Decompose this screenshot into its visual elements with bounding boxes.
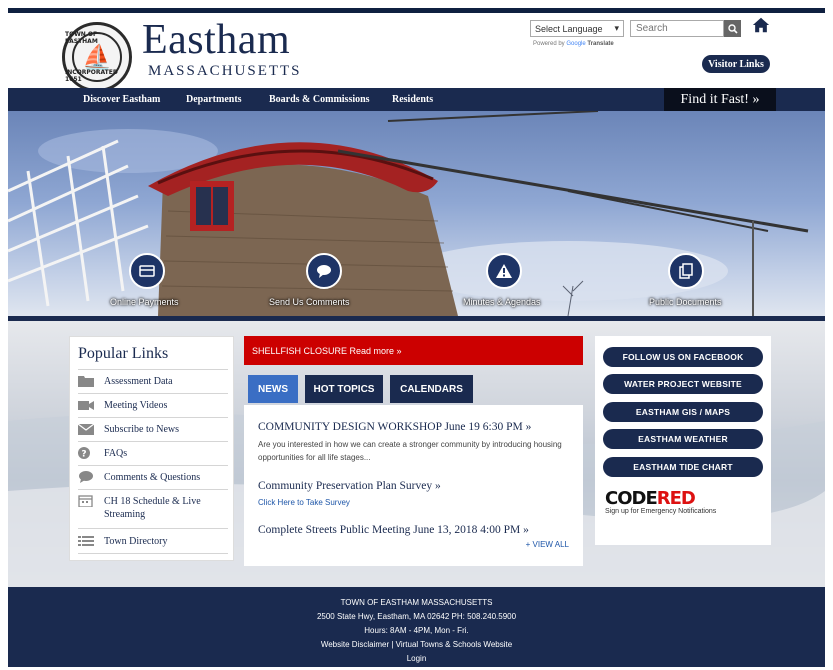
comment-bubble-icon bbox=[317, 265, 331, 278]
tab-hot-topics[interactable]: HOT TOPICS bbox=[305, 375, 383, 403]
question-icon: ? bbox=[78, 447, 90, 460]
seal-text-bottom: INCORPORATED 1651 bbox=[65, 69, 118, 83]
popular-link-label: Subscribe to News bbox=[104, 424, 179, 435]
minutes-agendas-label[interactable]: Minutes & Agendas bbox=[463, 297, 541, 307]
divider bbox=[78, 417, 228, 418]
popular-link-faqs[interactable]: ? FAQs bbox=[78, 447, 230, 460]
documents-icon bbox=[679, 263, 693, 279]
envelope-icon bbox=[78, 423, 94, 435]
code-red-logo[interactable]: CODERED bbox=[605, 488, 696, 509]
credit-card-icon bbox=[139, 265, 155, 277]
popular-link-town-directory[interactable]: Town Directory bbox=[78, 535, 230, 548]
svg-text:?: ? bbox=[81, 450, 86, 460]
popular-link-label: FAQs bbox=[104, 448, 128, 459]
news-panel: COMMUNITY DESIGN WORKSHOP June 19 6:30 P… bbox=[244, 405, 583, 566]
folder-icon bbox=[78, 376, 94, 387]
code-red-code-text: CODE bbox=[605, 488, 658, 509]
language-select[interactable]: Select Language ▾ bbox=[530, 20, 624, 37]
popular-link-label: Assessment Data bbox=[104, 376, 173, 387]
google-text: Google bbox=[566, 41, 586, 47]
language-select-label: Select Language bbox=[535, 23, 603, 34]
calendar-icon bbox=[78, 495, 93, 507]
public-documents-button[interactable] bbox=[668, 253, 704, 289]
footer-links[interactable]: Website Disclaimer | Virtual Towns & Sch… bbox=[8, 640, 825, 649]
popular-link-label: Town Directory bbox=[104, 536, 168, 547]
divider bbox=[78, 528, 228, 529]
water-project-button[interactable]: WATER PROJECT WEBSITE bbox=[603, 374, 763, 394]
news-item-title[interactable]: Community Preservation Plan Survey » bbox=[258, 480, 441, 492]
view-all-link[interactable]: + VIEW ALL bbox=[526, 540, 569, 549]
popular-link-assessment-data[interactable]: Assessment Data bbox=[78, 375, 230, 388]
nav-boards-commissions[interactable]: Boards & Commissions bbox=[269, 94, 370, 105]
divider bbox=[78, 553, 228, 554]
tab-news[interactable]: NEWS bbox=[248, 375, 298, 403]
windmill-image bbox=[8, 111, 809, 316]
send-comments-button[interactable] bbox=[306, 253, 342, 289]
minutes-agendas-button[interactable] bbox=[486, 253, 522, 289]
google-translate-credit: Powered by Google Translate bbox=[533, 41, 614, 47]
divider bbox=[78, 489, 228, 490]
news-item-description: Are you interested in how we can create … bbox=[258, 440, 562, 462]
video-icon bbox=[78, 401, 94, 410]
popular-links-panel: Popular Links Assessment Data Meeting Vi… bbox=[69, 336, 234, 561]
home-icon[interactable] bbox=[752, 16, 770, 34]
take-survey-link[interactable]: Click Here to Take Survey bbox=[258, 498, 350, 507]
search-input[interactable] bbox=[630, 20, 724, 37]
popular-links-title: Popular Links bbox=[78, 345, 169, 362]
facebook-button[interactable]: FOLLOW US ON FACEBOOK bbox=[603, 347, 763, 367]
popular-link-subscribe[interactable]: Subscribe to News bbox=[78, 423, 230, 436]
gis-maps-button[interactable]: EASTHAM GIS / MAPS bbox=[603, 402, 763, 422]
online-payments-label[interactable]: Online Payments bbox=[110, 297, 179, 307]
popular-link-comments[interactable]: Comments & Questions bbox=[78, 471, 230, 484]
dropdown-arrow-icon: ▾ bbox=[614, 23, 619, 33]
nav-departments[interactable]: Departments bbox=[186, 94, 242, 105]
site-footer: TOWN OF EASTHAM MASSACHUSETTS 2500 State… bbox=[8, 587, 825, 667]
popular-link-label: Meeting Videos bbox=[104, 400, 168, 411]
divider bbox=[78, 441, 228, 442]
code-red-signup-text[interactable]: Sign up for Emergency Notifications bbox=[605, 508, 716, 515]
footer-login-link[interactable]: Login bbox=[8, 654, 825, 663]
popular-link-ch18-schedule[interactable]: CH 18 Schedule & Live Streaming bbox=[78, 495, 230, 521]
shellfish-closure-alert[interactable]: SHELLFISH CLOSURE Read more » bbox=[244, 336, 583, 365]
code-red-red-text: RED bbox=[656, 488, 696, 509]
footer-address: 2500 State Hwy, Eastham, MA 02642 PH: 50… bbox=[316, 612, 517, 621]
divider bbox=[78, 369, 228, 370]
public-documents-label[interactable]: Public Documents bbox=[649, 297, 722, 307]
search-icon bbox=[727, 23, 738, 34]
send-comments-label[interactable]: Send Us Comments bbox=[269, 297, 350, 307]
town-seal[interactable]: TOWN OF EASTHAM ⛵ INCORPORATED 1651 bbox=[62, 22, 132, 92]
site-title[interactable]: Eastham bbox=[142, 16, 290, 64]
nav-discover-eastham[interactable]: Discover Eastham bbox=[83, 94, 160, 105]
find-it-fast-button[interactable]: Find it Fast! » bbox=[664, 88, 776, 112]
translate-text: Translate bbox=[587, 41, 614, 47]
popular-link-label: CH 18 Schedule & Live Streaming bbox=[104, 496, 201, 520]
footer-town-name: TOWN OF EASTHAM MASSACHUSETTS bbox=[340, 598, 493, 607]
comment-icon bbox=[79, 471, 93, 483]
seal-text-top: TOWN OF EASTHAM bbox=[65, 31, 98, 45]
tide-chart-button[interactable]: EASTHAM TIDE CHART bbox=[603, 457, 763, 477]
footer-hours: Hours: 8AM - 4PM, Mon - Fri. bbox=[364, 626, 469, 635]
divider bbox=[78, 393, 228, 394]
tab-calendars[interactable]: CALENDARS bbox=[390, 375, 473, 403]
nav-residents[interactable]: Residents bbox=[392, 94, 433, 105]
site-subtitle: MASSACHUSETTS bbox=[148, 63, 302, 79]
news-item-title[interactable]: Complete Streets Public Meeting June 13,… bbox=[258, 524, 529, 536]
warning-icon bbox=[496, 264, 512, 278]
news-item-title[interactable]: COMMUNITY DESIGN WORKSHOP June 19 6:30 P… bbox=[258, 421, 531, 433]
hero-banner: Online Payments Send Us Comments Minutes… bbox=[8, 111, 825, 316]
popular-link-meeting-videos[interactable]: Meeting Videos bbox=[78, 399, 230, 412]
search-button[interactable] bbox=[724, 20, 741, 37]
visitor-links-button[interactable]: Visitor Links bbox=[702, 55, 770, 73]
divider bbox=[78, 465, 228, 466]
online-payments-button[interactable] bbox=[129, 253, 165, 289]
quick-links-panel: FOLLOW US ON FACEBOOK WATER PROJECT WEBS… bbox=[595, 336, 771, 545]
popular-link-label: Comments & Questions bbox=[104, 472, 201, 483]
powered-by-text: Powered by bbox=[533, 41, 565, 47]
weather-button[interactable]: EASTHAM WEATHER bbox=[603, 429, 763, 449]
list-icon bbox=[78, 536, 94, 546]
